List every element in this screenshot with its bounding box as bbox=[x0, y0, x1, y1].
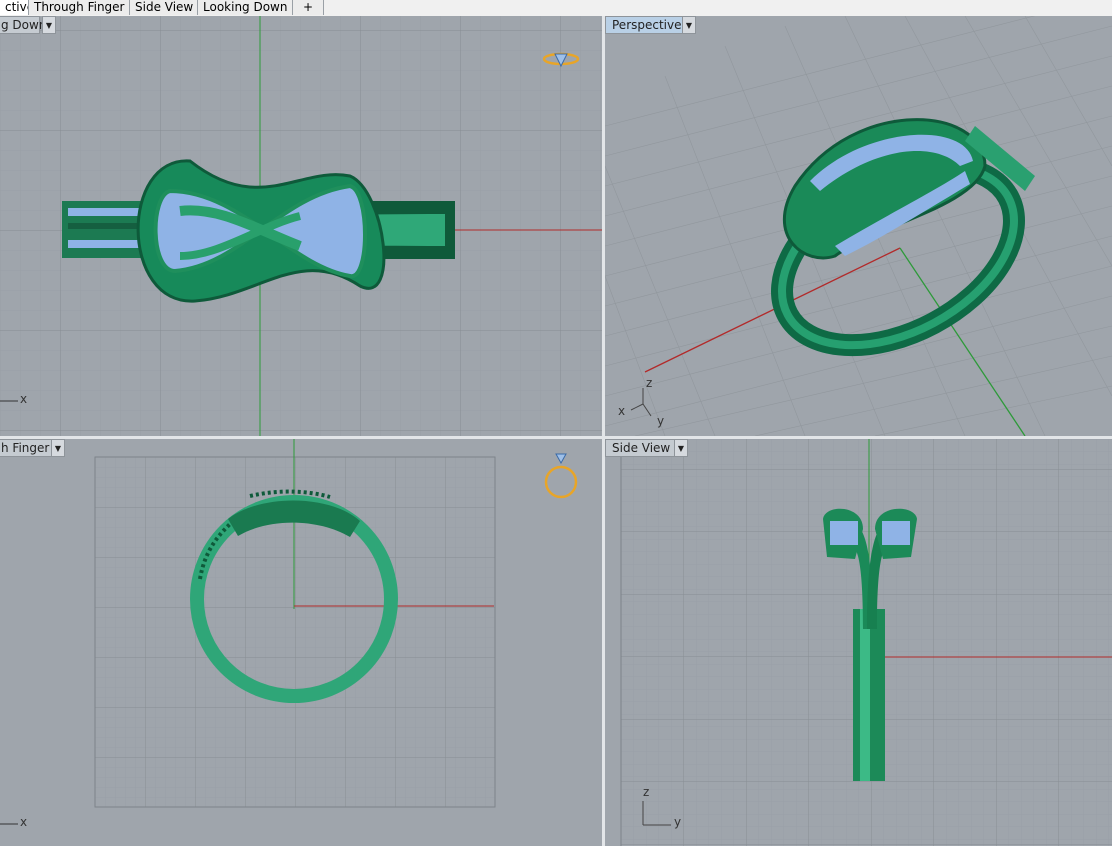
viewport-looking-down[interactable]: g Down ▼ x bbox=[0, 16, 602, 436]
tab-side-view[interactable]: Side View bbox=[130, 0, 198, 15]
tab-looking-down[interactable]: Looking Down bbox=[198, 0, 293, 15]
axis-x-tick bbox=[0, 823, 18, 825]
through-finger-canvas bbox=[94, 439, 496, 808]
add-tab-icon[interactable]: + bbox=[293, 0, 324, 15]
viewport-title[interactable]: Perspective bbox=[605, 16, 683, 34]
viewport-splitter-vertical[interactable] bbox=[602, 16, 605, 846]
viewport-title[interactable]: Side View bbox=[605, 439, 675, 457]
viewport-perspective[interactable]: Perspective ▼ z x y bbox=[605, 16, 1112, 436]
side-view-canvas bbox=[620, 439, 1112, 846]
perspective-canvas bbox=[605, 16, 1112, 436]
viewport-title-label: g Down bbox=[1, 18, 47, 32]
viewport-tab-bar: ctive Through Finger Side View Looking D… bbox=[0, 0, 1112, 17]
caret-down-icon[interactable]: ▼ bbox=[682, 16, 696, 34]
viewport-title-label: Perspective bbox=[612, 18, 682, 32]
axis-z-label: z bbox=[643, 785, 650, 799]
axis-y-label: y bbox=[657, 414, 665, 428]
tab-perspective[interactable]: ctive bbox=[0, 0, 29, 15]
tab-through-finger[interactable]: Through Finger bbox=[29, 0, 130, 15]
tab-label: ctive bbox=[5, 0, 28, 14]
axis-z-label: z bbox=[646, 376, 653, 390]
ring-profile-icon[interactable] bbox=[542, 449, 582, 501]
axis-x-label: x bbox=[20, 392, 28, 406]
caret-down-icon[interactable]: ▼ bbox=[42, 16, 56, 34]
viewport-through-finger[interactable]: h Finger ▼ x bbox=[0, 439, 602, 846]
viewport-splitter-horizontal[interactable] bbox=[0, 436, 1112, 439]
viewport-title[interactable]: h Finger bbox=[0, 439, 52, 457]
axis-x-tick bbox=[0, 400, 18, 402]
axis-x-label: x bbox=[618, 404, 626, 418]
looking-down-canvas bbox=[0, 16, 602, 436]
tab-label: Through Finger bbox=[34, 0, 125, 14]
viewport-title[interactable]: g Down bbox=[0, 16, 46, 34]
tab-label: Side View bbox=[135, 0, 194, 14]
caret-down-icon[interactable]: ▼ bbox=[674, 439, 688, 457]
axis-y-label: y bbox=[674, 815, 682, 829]
viewport-title-label: h Finger bbox=[1, 441, 50, 455]
add-tab-label: + bbox=[302, 0, 314, 14]
caret-down-icon[interactable]: ▼ bbox=[51, 439, 65, 457]
ring-diamond-icon[interactable] bbox=[540, 46, 580, 72]
viewport-title-label: Side View bbox=[612, 441, 671, 455]
tab-label: Looking Down bbox=[203, 0, 288, 14]
viewport-side-view[interactable]: Side View ▼ z y bbox=[605, 439, 1112, 846]
axis-x-label: x bbox=[20, 815, 28, 829]
